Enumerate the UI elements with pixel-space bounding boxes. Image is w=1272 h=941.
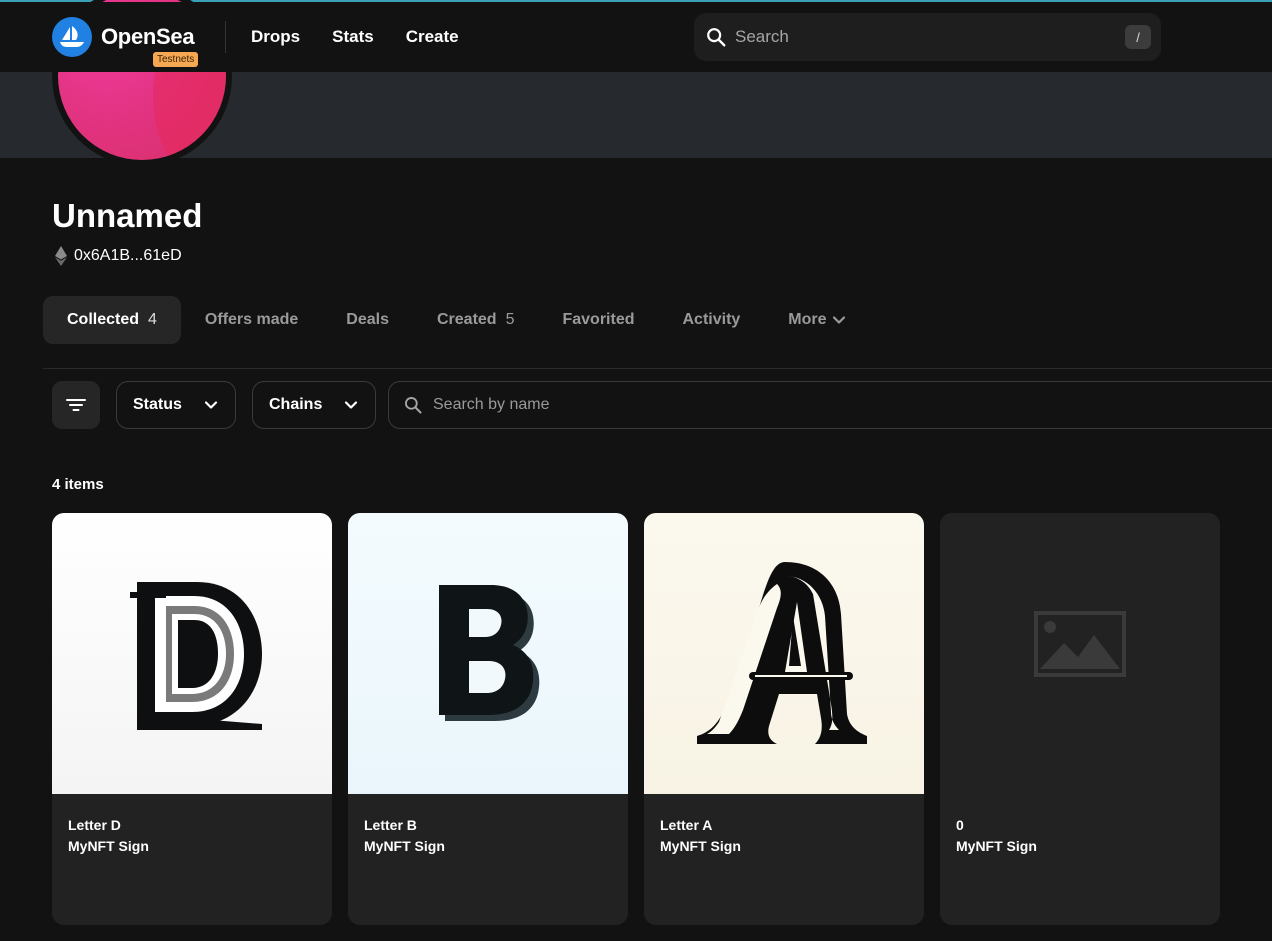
nav-create[interactable]: Create <box>406 27 459 47</box>
nav-stats[interactable]: Stats <box>332 27 374 47</box>
items-count: 4 items <box>52 476 104 493</box>
status-dropdown-label: Status <box>133 396 182 413</box>
chevron-down-icon <box>832 316 845 324</box>
tab-count: 4 <box>148 311 157 328</box>
image-placeholder-icon <box>1034 610 1126 677</box>
main-nav: Drops Stats Create <box>251 27 459 47</box>
ethereum-icon <box>55 246 67 266</box>
search-icon <box>707 28 726 47</box>
nft-collection: MyNFT Sign <box>660 838 741 854</box>
chevron-down-icon <box>344 401 358 409</box>
status-dropdown[interactable]: Status <box>116 381 236 429</box>
search-shortcut-key: / <box>1125 25 1151 49</box>
profile-name: Unnamed <box>52 197 203 234</box>
brand-name: OpenSea <box>101 24 195 49</box>
tab-label: Offers made <box>204 311 299 328</box>
nft-collection: MyNFT Sign <box>956 838 1037 854</box>
tab-more[interactable]: More <box>764 296 869 344</box>
tab-created[interactable]: Created 5 <box>413 296 538 344</box>
nft-collection: MyNFT Sign <box>68 838 149 854</box>
opensea-logo[interactable]: OpenSea <box>52 17 195 57</box>
nft-title: Letter B <box>364 817 417 833</box>
nft-image-letter-a <box>644 513 924 794</box>
search-icon <box>405 397 422 414</box>
search-placeholder: Search <box>735 27 789 46</box>
global-search-input[interactable]: Search / <box>694 13 1161 61</box>
tab-collected[interactable]: Collected 4 <box>43 296 181 344</box>
search-by-name-input[interactable]: Search by name <box>388 381 1272 429</box>
tab-label: Deals <box>346 311 389 328</box>
tab-label: Collected <box>67 311 140 328</box>
tab-favorited[interactable]: Favorited <box>538 296 658 344</box>
search-by-name-placeholder: Search by name <box>433 396 550 413</box>
nft-card[interactable]: Letter B MyNFT Sign <box>348 513 628 925</box>
tabs-divider <box>43 368 1272 369</box>
tab-count: 5 <box>505 311 515 328</box>
chains-dropdown-label: Chains <box>269 396 323 413</box>
tab-activity[interactable]: Activity <box>659 296 765 344</box>
nft-title: Letter A <box>660 817 713 833</box>
chains-dropdown[interactable]: Chains <box>252 381 376 429</box>
filter-toggle-button[interactable] <box>52 381 100 429</box>
nft-image-letter-b <box>348 513 628 794</box>
nft-card[interactable]: Letter A MyNFT Sign <box>644 513 924 925</box>
tab-offers-made[interactable]: Offers made <box>181 296 322 344</box>
tab-label: Favorited <box>562 311 635 328</box>
nft-collection: MyNFT Sign <box>364 838 445 854</box>
testnets-badge: Testnets <box>153 52 199 67</box>
profile-banner <box>0 0 1272 166</box>
tab-deals[interactable]: Deals <box>322 296 413 344</box>
wallet-address[interactable]: 0x6A1B...61eD <box>55 246 182 266</box>
profile-tabs: Collected 4 Offers made Deals Created 5 … <box>43 296 870 344</box>
nft-image-letter-d <box>52 513 332 794</box>
nft-card[interactable]: Letter D MyNFT Sign <box>52 513 332 925</box>
chevron-down-icon <box>204 401 218 409</box>
header-divider <box>225 21 226 53</box>
opensea-boat-icon <box>52 17 92 57</box>
nft-grid: Letter D MyNFT Sign Letter B MyNFT Sign <box>52 513 1220 925</box>
nft-title: Letter D <box>68 817 121 833</box>
nft-image-placeholder <box>940 513 1220 794</box>
nft-card[interactable]: 0 MyNFT Sign <box>940 513 1220 925</box>
wallet-address-text: 0x6A1B...61eD <box>74 247 182 264</box>
filter-icon <box>66 399 86 411</box>
tab-label: Created <box>437 311 497 328</box>
nav-drops[interactable]: Drops <box>251 27 300 47</box>
letter-b-art <box>439 584 540 721</box>
tab-label: More <box>788 311 827 328</box>
letter-d-art <box>130 581 262 730</box>
letter-a-art <box>697 561 867 744</box>
tab-label: Activity <box>682 311 741 328</box>
nft-title: 0 <box>956 817 964 833</box>
top-navbar: OpenSea Testnets Drops Stats Create Sear… <box>0 2 1272 72</box>
